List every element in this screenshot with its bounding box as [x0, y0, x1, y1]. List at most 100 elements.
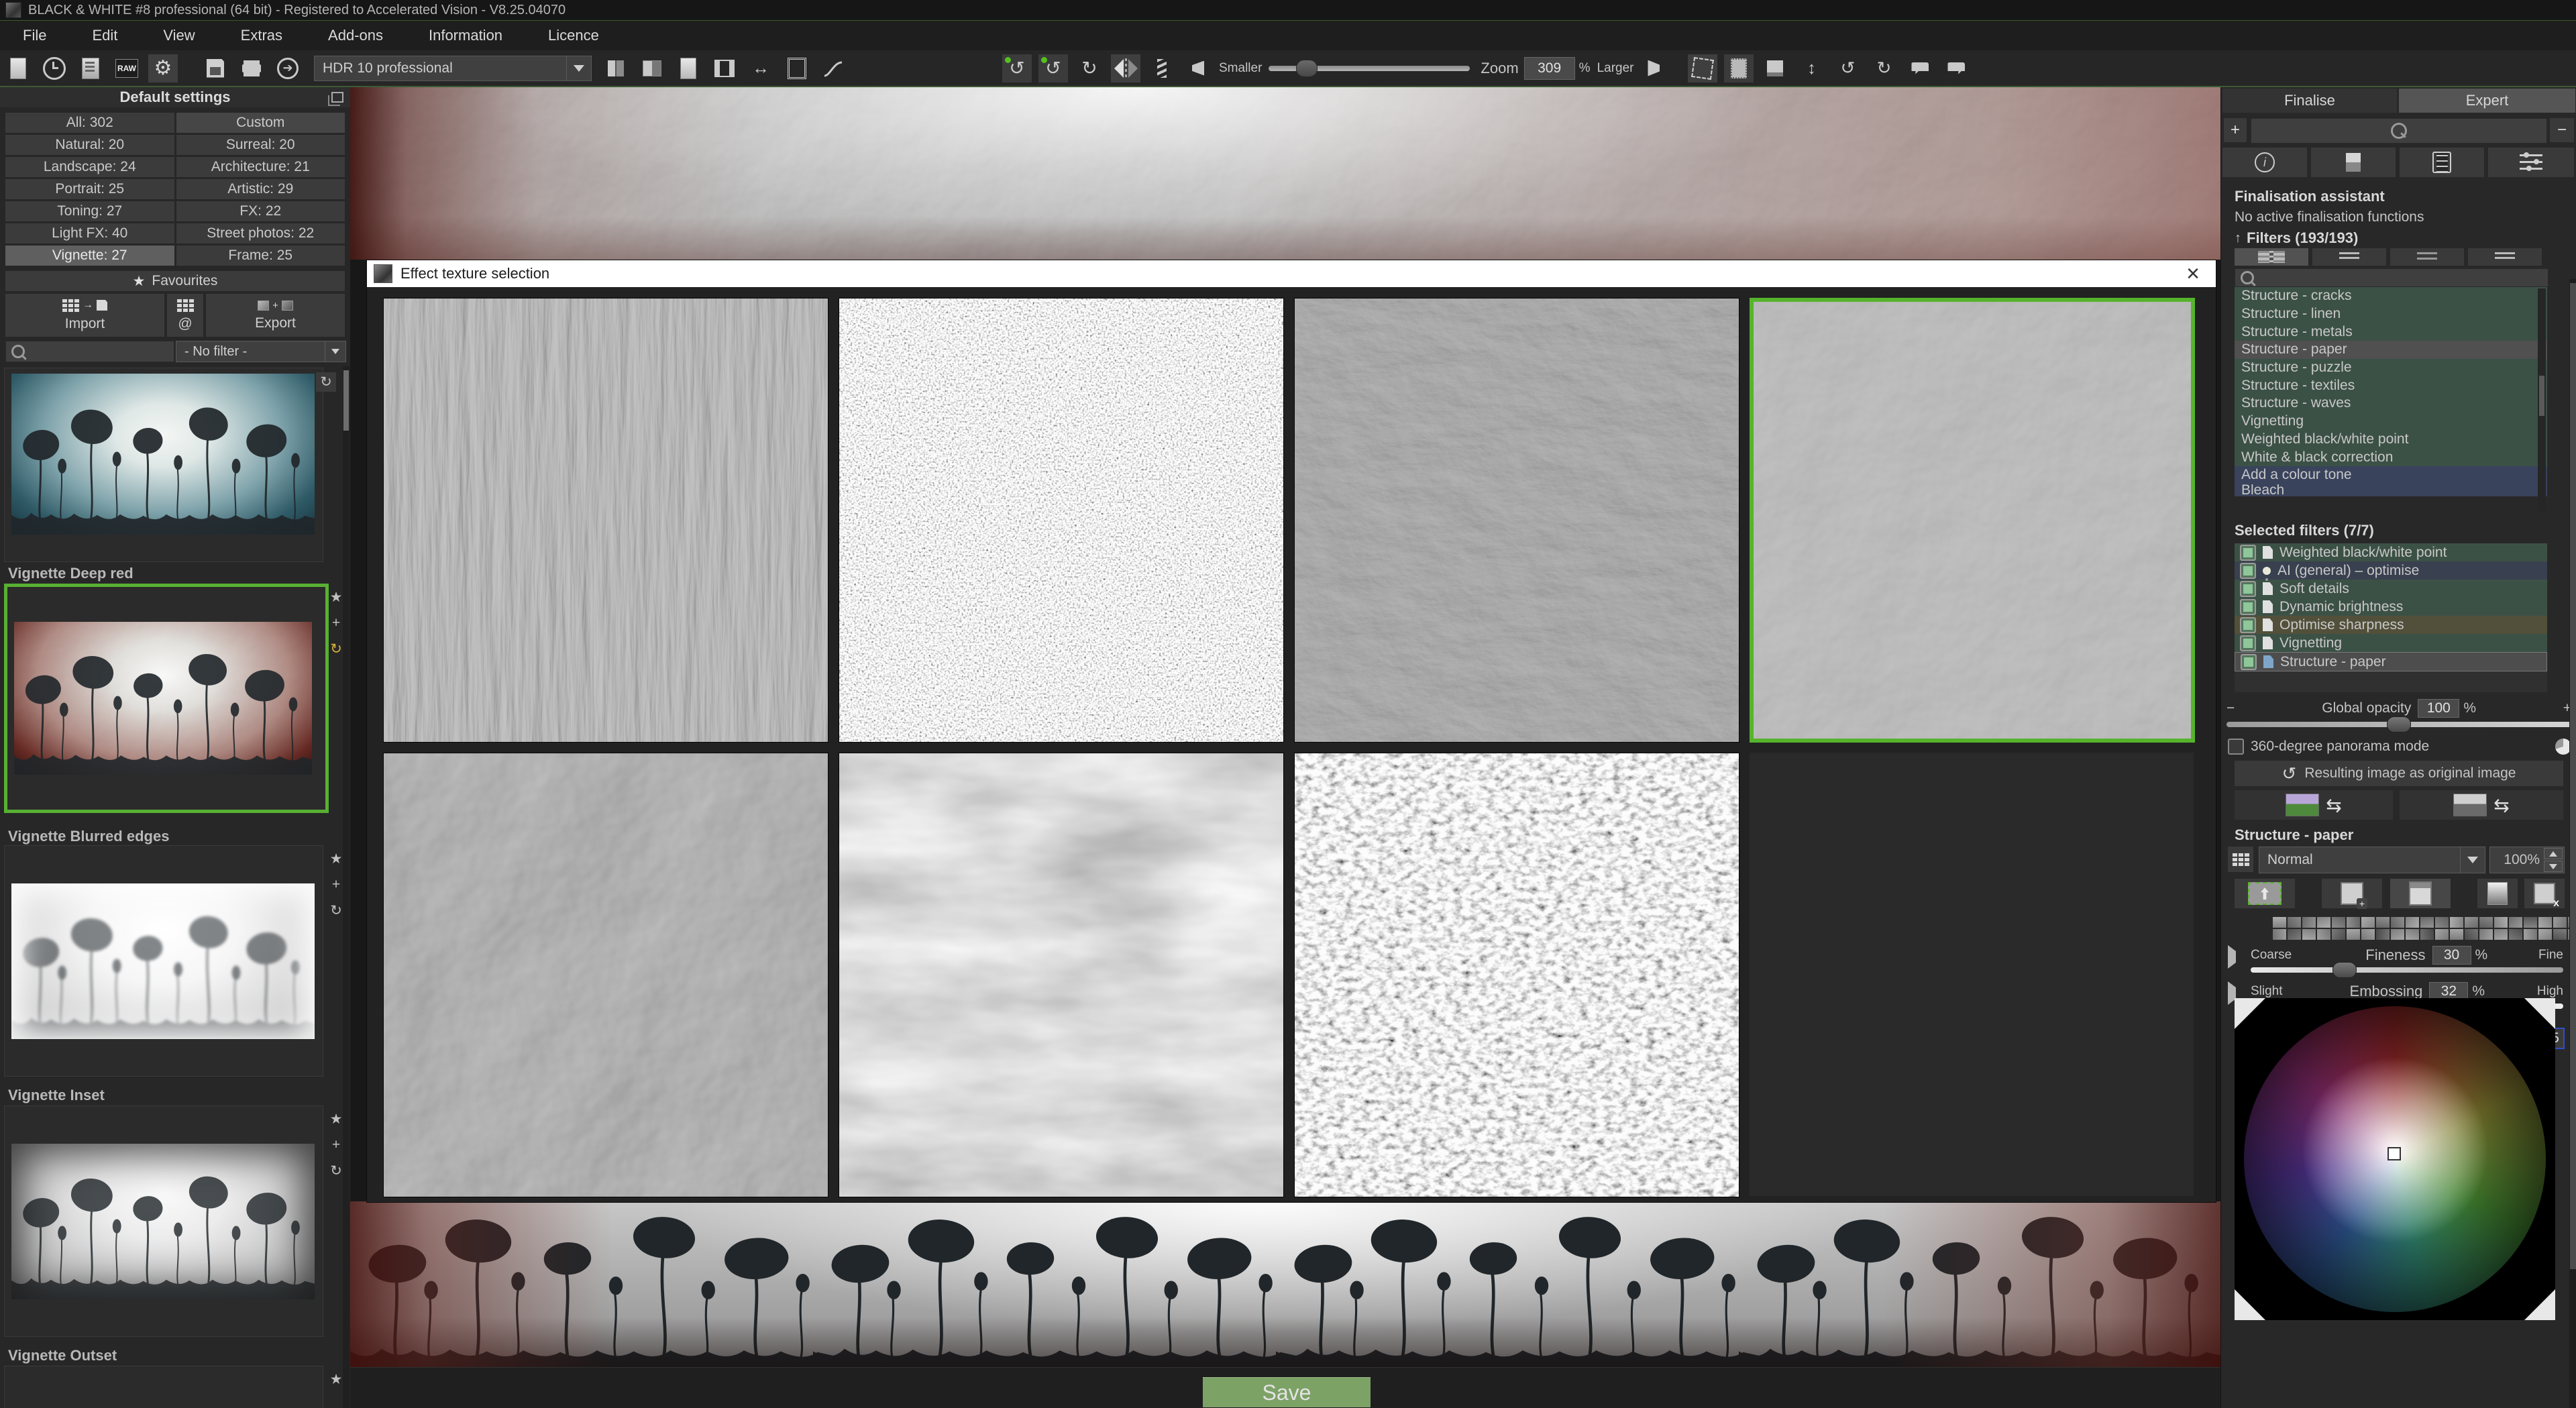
favourite-star-icon[interactable]: ★	[330, 1111, 343, 1128]
menu-information[interactable]: Information	[406, 21, 525, 50]
texture-chip[interactable]	[2524, 917, 2537, 928]
category-all[interactable]: All: 302	[5, 113, 174, 133]
browse-images-button[interactable]	[76, 54, 105, 83]
selection-button[interactable]	[1724, 54, 1754, 83]
new-file-button[interactable]	[3, 54, 33, 83]
texture-chip[interactable]	[2553, 917, 2567, 928]
filter-item[interactable]: Weighted black/white point	[2235, 431, 2547, 449]
preset-thumbnail-inset[interactable]	[4, 1105, 323, 1337]
save-button[interactable]: Save	[1203, 1377, 1371, 1407]
texture-chip[interactable]	[2450, 917, 2463, 928]
add-preset-icon[interactable]: +	[332, 615, 340, 631]
zoom-slider[interactable]	[1269, 66, 1470, 71]
selected-filter-row-active[interactable]: Structure - paper	[2235, 652, 2547, 671]
selected-filter-row[interactable]: Dynamic brightness	[2235, 598, 2547, 616]
refresh-active-icon[interactable]: ↻	[330, 641, 342, 657]
selected-filter-row[interactable]: Optimise sharpness	[2235, 616, 2547, 634]
texture-chip[interactable]	[2288, 929, 2301, 940]
selected-filter-row[interactable]: Weighted black/white point	[2235, 543, 2547, 561]
texture-chip[interactable]	[2361, 917, 2375, 928]
panel-scrollbar[interactable]	[2569, 279, 2576, 1408]
checkbox-icon[interactable]	[2240, 563, 2256, 579]
checkbox-icon[interactable]	[2240, 545, 2256, 561]
texture-option-3[interactable]	[1294, 298, 1739, 743]
blend-mode-button[interactable]	[2460, 847, 2485, 873]
curve-button[interactable]	[818, 54, 848, 83]
checklist-tab-button[interactable]	[2400, 148, 2484, 177]
preset-thumbnail-outset[interactable]	[4, 1366, 323, 1408]
texture-chip[interactable]	[2538, 917, 2552, 928]
filter-search-input[interactable]	[2251, 118, 2547, 144]
scrollbar-thumb[interactable]	[343, 370, 349, 431]
selected-filter-row[interactable]: Vignetting	[2235, 634, 2547, 652]
texture-chip[interactable]	[2509, 917, 2522, 928]
export-button[interactable]: + Export	[206, 294, 345, 337]
preset-search-input[interactable]	[5, 341, 174, 362]
favourite-star-icon[interactable]: ★	[330, 1371, 343, 1388]
frame-button[interactable]	[782, 54, 812, 83]
batch-button[interactable]	[710, 54, 739, 83]
flip-horizontal-button[interactable]	[1111, 54, 1140, 83]
texture-delete-button[interactable]: x	[2524, 879, 2565, 908]
category-lightfx[interactable]: Light FX: 40	[5, 223, 174, 243]
texture-chip[interactable]	[2465, 929, 2478, 940]
save-file-button[interactable]	[201, 54, 230, 83]
texture-chip[interactable]	[2376, 917, 2390, 928]
favourites-button[interactable]: ★ Favourites	[5, 271, 345, 291]
filters-header-row[interactable]: ↑ Filters (193/193)	[2235, 229, 2358, 247]
filter-item[interactable]: Structure - puzzle	[2235, 359, 2547, 377]
favourite-star-icon[interactable]: ★	[330, 851, 343, 867]
category-portrait[interactable]: Portrait: 25	[5, 179, 174, 199]
texture-chip[interactable]	[2302, 929, 2316, 940]
blend-opacity-spinner[interactable]: 100%	[2489, 847, 2565, 873]
slider-thumb[interactable]	[2332, 962, 2357, 978]
slider-thumb[interactable]	[2387, 716, 2411, 733]
category-vignette[interactable]: Vignette: 27	[5, 246, 174, 266]
fineness-expander[interactable]	[2228, 951, 2236, 963]
filter-item[interactable]: Bleach	[2235, 484, 2547, 496]
menu-addons[interactable]: Add-ons	[305, 21, 406, 50]
preset-thumbnail-deep-red[interactable]	[4, 584, 329, 813]
document-tab-button[interactable]	[2311, 148, 2396, 177]
redo-button[interactable]: ↻	[1075, 54, 1104, 83]
texture-option-1[interactable]	[383, 298, 828, 743]
sliders-tab-button[interactable]	[2488, 148, 2574, 177]
filter-item[interactable]: Structure - metals	[2235, 323, 2547, 341]
texture-chip[interactable]	[2332, 929, 2345, 940]
raw-develop-button[interactable]: RAW	[112, 54, 142, 83]
category-toning[interactable]: Toning: 27	[5, 201, 174, 221]
filter-item[interactable]: Structure - waves	[2235, 394, 2547, 413]
zoom-slider-thumb[interactable]	[1296, 60, 1318, 77]
category-architecture[interactable]: Architecture: 21	[176, 157, 345, 177]
texture-chip[interactable]	[2273, 929, 2286, 940]
texture-chip[interactable]	[2406, 929, 2419, 940]
texture-chip[interactable]	[2317, 929, 2330, 940]
filter-item[interactable]: Structure - linen	[2235, 305, 2547, 323]
menu-extras[interactable]: Extras	[218, 21, 305, 50]
global-opacity-slider[interactable]	[2226, 722, 2571, 727]
stretch-width-button[interactable]	[1760, 54, 1790, 83]
refresh-icon[interactable]: ↻	[330, 1162, 342, 1179]
texture-gradient-button[interactable]	[2477, 879, 2518, 908]
filter-item[interactable]: White & black correction	[2235, 448, 2547, 466]
preset-thumbnail-top[interactable]: ↻	[4, 368, 323, 562]
texture-chip[interactable]	[2420, 917, 2434, 928]
texture-chip[interactable]	[2347, 917, 2360, 928]
texture-edit-button[interactable]	[2390, 879, 2451, 908]
texture-chip[interactable]	[2435, 917, 2449, 928]
texture-chip[interactable]	[2347, 929, 2360, 940]
filter-item-selected[interactable]: Structure - paper	[2235, 341, 2547, 359]
selected-filter-row[interactable]: Soft details	[2235, 580, 2547, 598]
checkbox-icon[interactable]	[2240, 617, 2256, 633]
menu-licence[interactable]: Licence	[525, 21, 622, 50]
texture-option-2[interactable]	[839, 298, 1284, 743]
annotation-button[interactable]	[1905, 54, 1935, 83]
texture-chip[interactable]	[2494, 929, 2508, 940]
texture-add-button[interactable]: +	[2322, 879, 2382, 908]
texture-chip[interactable]	[2273, 917, 2286, 928]
filter-list-search[interactable]	[2235, 268, 2548, 287]
checkbox-icon[interactable]	[2240, 599, 2256, 615]
texture-browser-button[interactable]	[2228, 847, 2253, 872]
texture-option-5[interactable]	[383, 753, 828, 1197]
filter-item[interactable]: Structure - cracks	[2235, 287, 2547, 305]
